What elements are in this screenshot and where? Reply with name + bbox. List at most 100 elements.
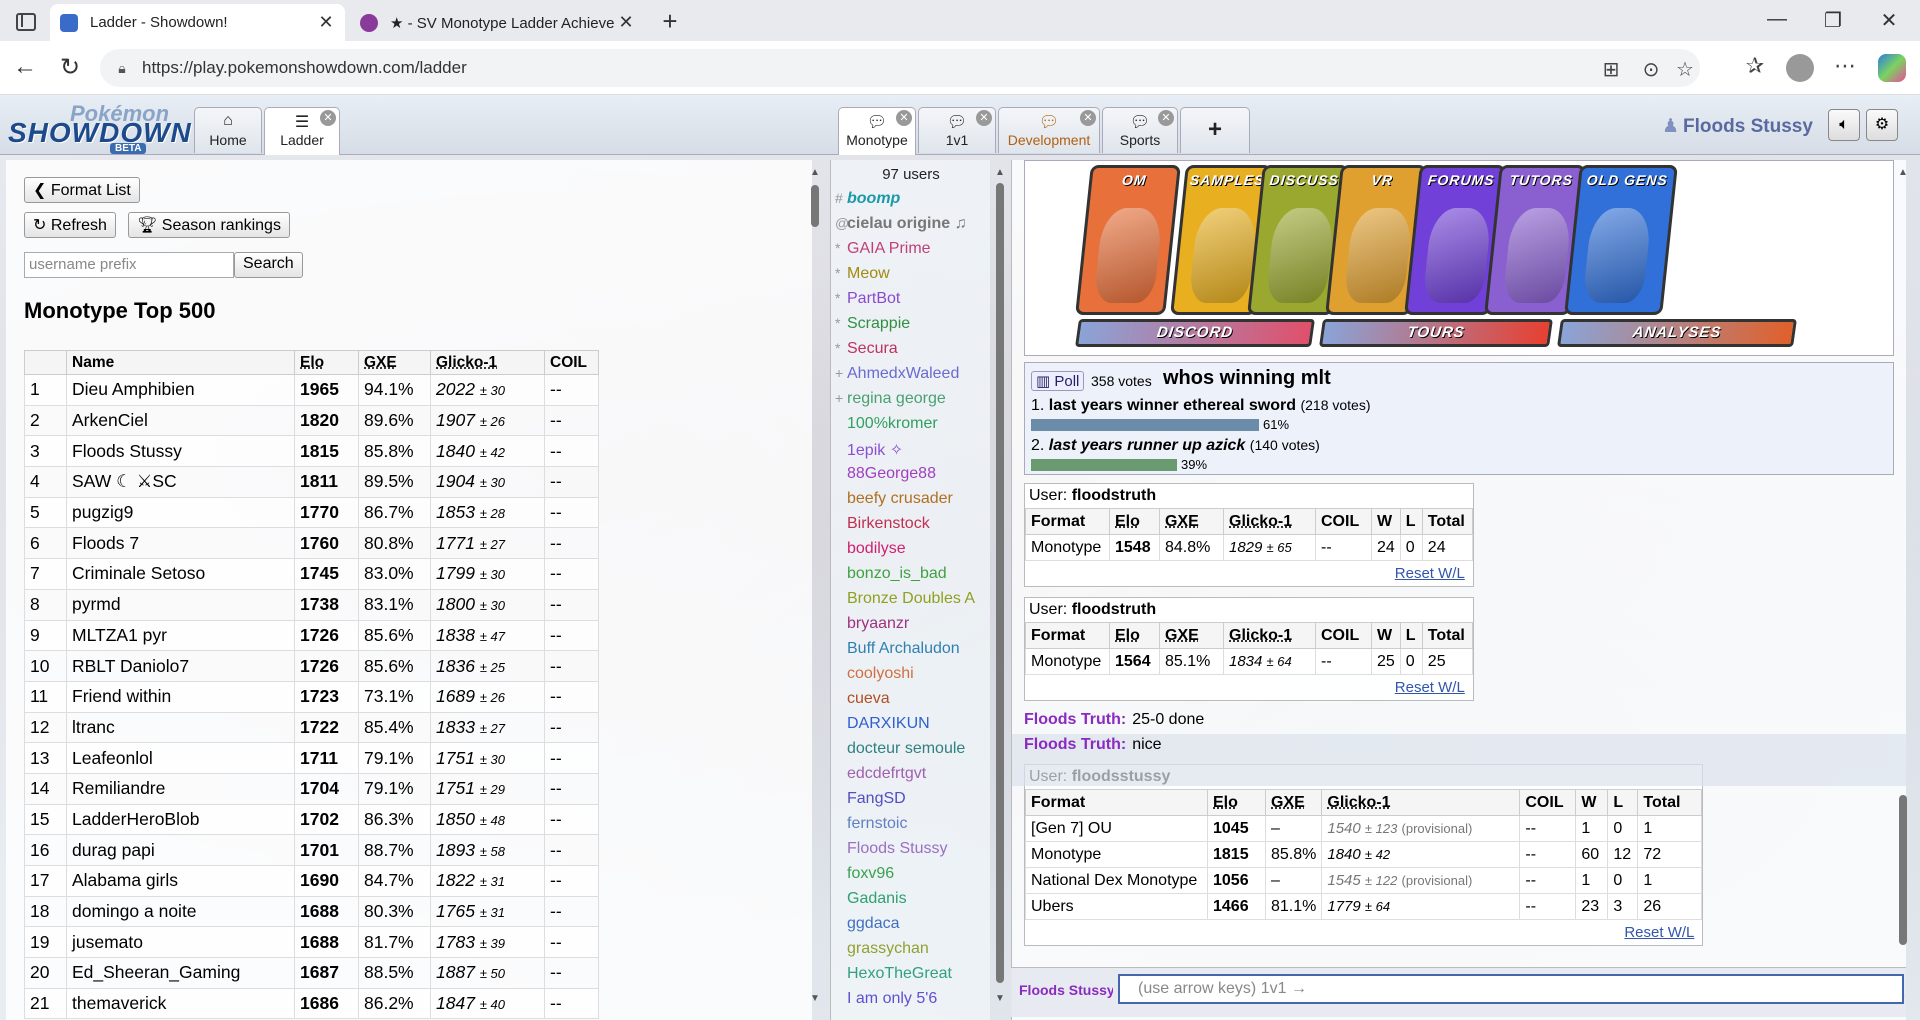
userlist-name[interactable]: coolyoshi <box>847 665 914 682</box>
userlist-item[interactable]: + regina george <box>835 390 975 415</box>
player-name-link[interactable]: domingo a noite <box>66 895 295 928</box>
new-tab-icon[interactable]: + <box>655 6 685 37</box>
player-name-link[interactable]: MLTZA1 pyr <box>66 619 295 652</box>
player-name-link[interactable]: Criminale Setoso <box>66 558 295 590</box>
userlist-item[interactable]: Buff Archaludon <box>835 640 975 665</box>
userlist-item[interactable]: * Secura <box>835 340 975 365</box>
close-tab-icon[interactable]: ✕ <box>976 110 992 126</box>
profile-avatar-icon[interactable] <box>1786 54 1814 82</box>
user-name-link[interactable]: floodstruth <box>1072 487 1156 504</box>
address-bar[interactable]: 🔒︎ https://play.pokemonshowdown.com/ladd… <box>100 49 1700 87</box>
userlist-name[interactable]: PartBot <box>847 290 900 307</box>
player-name-link[interactable]: RBLT Daniolo7 <box>66 650 295 682</box>
refresh-button[interactable]: ↻ Refresh <box>24 212 116 238</box>
player-name-link[interactable]: pyrmd <box>66 588 295 621</box>
browser-tab-ladder[interactable]: Ladder - Showdown! ✕ <box>50 4 345 41</box>
userlist-item[interactable]: fernstoic <box>835 815 975 840</box>
userlist-item[interactable]: 1epik ✧ <box>835 440 975 465</box>
userlist-name[interactable]: bryaanzr <box>847 615 909 632</box>
userlist-name[interactable]: bodilyse <box>847 540 906 557</box>
userlist-item[interactable]: Floods Stussy <box>835 840 975 865</box>
userlist-item[interactable]: ggdaca <box>835 915 975 940</box>
userlist-name[interactable]: cueva <box>847 690 890 707</box>
banner-link-discord[interactable]: DISCORD <box>1075 319 1315 347</box>
ladder-scrollbar[interactable]: ▲ ▼ <box>808 167 822 1007</box>
player-name-link[interactable]: themaverick <box>66 987 295 1020</box>
site-info-icon[interactable]: 🔒︎ <box>112 58 132 78</box>
userlist-name[interactable]: edcdefrtgvt <box>847 765 926 782</box>
userlist-item[interactable]: Bronze Doubles A <box>835 590 975 615</box>
userlist-name[interactable]: AhmedxWaleed <box>847 365 959 382</box>
chat-author[interactable]: Floods Truth: <box>1024 736 1126 753</box>
userlist-name[interactable]: FangSD <box>847 790 906 807</box>
copilot-icon[interactable] <box>1878 54 1906 82</box>
close-tab-icon[interactable]: ✕ <box>1158 110 1174 126</box>
userlist-item[interactable]: 100%kromer <box>835 415 975 440</box>
userlist-name[interactable]: I am only 5'6 <box>847 990 937 1007</box>
userlist-name[interactable]: GAIA Prime <box>847 240 931 257</box>
scroll-up-icon[interactable]: ▲ <box>1896 167 1910 178</box>
reset-wl-link[interactable]: Reset W/L <box>1025 561 1473 586</box>
player-name-link[interactable]: ltranc <box>66 711 295 744</box>
banner-link-om[interactable]: OM <box>1075 165 1181 315</box>
player-name-link[interactable]: pugzig9 <box>66 496 295 529</box>
username-button[interactable]: ♟ Floods Stussy <box>1662 115 1813 138</box>
reset-wl-link[interactable]: Reset W/L <box>1025 675 1473 700</box>
close-window-icon[interactable]: ✕ <box>1874 8 1904 33</box>
userlist-item[interactable]: + AhmedxWaleed <box>835 365 975 390</box>
userlist-name[interactable]: DARXIKUN <box>847 715 930 732</box>
reset-wl-link[interactable]: Reset W/L <box>1025 920 1702 945</box>
userlist-name[interactable]: fernstoic <box>847 815 907 832</box>
banner-link-analyses[interactable]: ANALYSES <box>1557 319 1797 347</box>
format-list-button[interactable]: ❮ Format List <box>24 177 140 203</box>
userlist-name[interactable]: 100%kromer <box>847 415 938 432</box>
userlist-name[interactable]: bonzo_is_bad <box>847 565 947 582</box>
user-name-link[interactable]: floodstruth <box>1072 601 1156 618</box>
userlist-name[interactable]: 1epik ✧ <box>847 442 903 459</box>
userlist-item[interactable]: * GAIA Prime <box>835 240 975 265</box>
userlist-item[interactable]: beefy crusader <box>835 490 975 515</box>
browser-tab-achievements[interactable]: ★ - SV Monotype Ladder Achieve ✕ <box>350 4 645 41</box>
player-name-link[interactable]: SAW ☾ ⚔SC <box>66 466 295 498</box>
userlist-name[interactable]: regina george <box>847 390 946 407</box>
userlist-item[interactable]: * Meow <box>835 265 975 290</box>
userlist-item[interactable]: I am only 5'6 <box>835 990 975 1015</box>
banner-link-old-gens[interactable]: OLD GENS <box>1564 165 1678 315</box>
player-name-link[interactable]: Floods 7 <box>66 527 295 560</box>
url-text[interactable]: https://play.pokemonshowdown.com/ladder <box>142 58 467 78</box>
player-name-link[interactable]: Friend within <box>66 680 295 713</box>
showdown-logo[interactable]: Pokémon SHOWDOWN BETA <box>8 101 191 154</box>
player-name-link[interactable]: LadderHeroBlob <box>66 803 295 836</box>
join-room-button[interactable]: + <box>1180 107 1250 153</box>
chat-scrollbar[interactable]: ▲ ▼ <box>1896 167 1910 1007</box>
user-count[interactable]: 97 users <box>831 166 990 183</box>
more-tools-icon[interactable]: ⊙ <box>1638 57 1664 82</box>
userlist-item[interactable]: 88George88 <box>835 465 975 490</box>
userlist-name[interactable]: Gadanis <box>847 890 907 907</box>
season-rankings-button[interactable]: 🏆︎ Season rankings <box>128 212 290 238</box>
banner-link-tours[interactable]: TOURS <box>1319 319 1553 347</box>
player-name-link[interactable]: Ed_Sheeran_Gaming <box>66 957 295 989</box>
userlist-item[interactable]: * Scrappie <box>835 315 975 340</box>
scroll-up-icon[interactable]: ▲ <box>993 167 1007 178</box>
userlist-name[interactable]: beefy crusader <box>847 490 953 507</box>
player-name-link[interactable]: Dieu Amphibien <box>66 374 295 406</box>
tab-home[interactable]: ⌂ Home <box>194 107 262 153</box>
player-name-link[interactable]: Floods Stussy <box>66 435 295 468</box>
tab-ladder[interactable]: ☰ Ladder ✕ <box>264 107 340 155</box>
userlist-item[interactable]: foxv96 <box>835 865 975 890</box>
reload-icon[interactable]: ↻ <box>55 53 85 82</box>
favorites-icon[interactable]: ✰ <box>1740 53 1770 79</box>
app-available-icon[interactable]: ⊞ <box>1598 57 1624 82</box>
close-tab-icon[interactable]: ✕ <box>1080 110 1096 126</box>
gear-icon[interactable]: ⚙ <box>1866 109 1898 141</box>
userlist-name[interactable]: Scrappie <box>847 315 910 332</box>
close-tab-icon[interactable]: ✕ <box>896 110 912 126</box>
tab-room-1v1[interactable]: 💬︎ 1v1 ✕ <box>918 107 996 153</box>
chat-author[interactable]: Floods Truth: <box>1024 711 1126 728</box>
userlist-item[interactable]: coolyoshi <box>835 665 975 690</box>
userlist-name[interactable]: HexoTheGreat <box>847 965 952 982</box>
userlist-name[interactable]: Secura <box>847 340 898 357</box>
userlist-item[interactable]: bonzo_is_bad <box>835 565 975 590</box>
player-name-link[interactable]: jusemato <box>66 926 295 959</box>
